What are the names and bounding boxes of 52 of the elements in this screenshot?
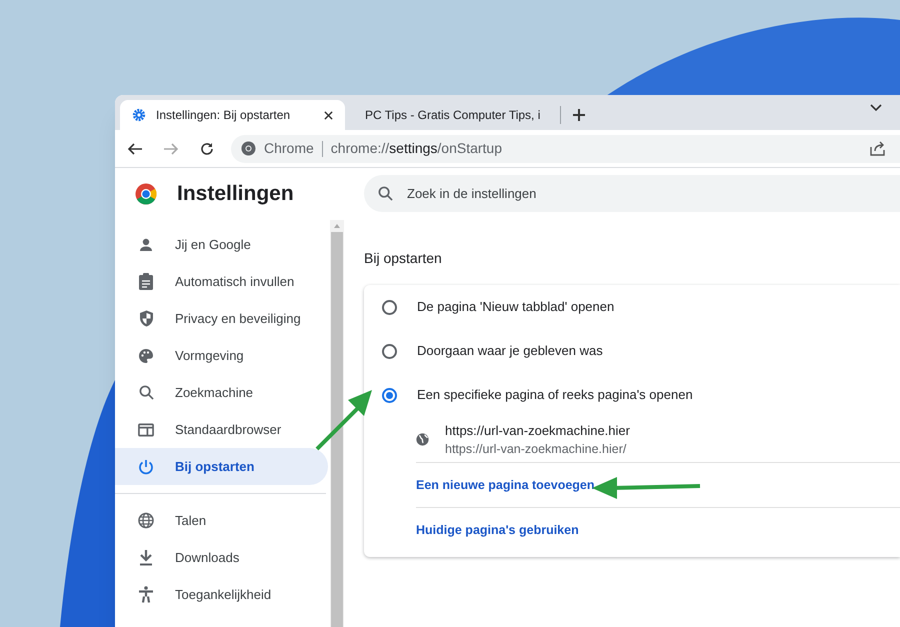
reload-icon[interactable]	[199, 140, 215, 156]
sidebar-item[interactable]: Privacy en beveiliging	[115, 300, 330, 337]
search-field[interactable]: Zoek in de instellingen	[364, 175, 900, 212]
option-label: De pagina 'Nieuw tabblad' openen	[417, 298, 614, 316]
sidebar-item[interactable]: Automatisch invullen	[115, 263, 330, 300]
tab-title: PC Tips - Gratis Computer Tips, i	[365, 107, 540, 124]
globe-icon	[138, 512, 154, 529]
tab-title: Instellingen: Bij opstarten	[156, 107, 292, 124]
back-arrow-icon[interactable]	[127, 140, 143, 156]
close-icon[interactable]	[324, 110, 333, 120]
add-page-link[interactable]: Een nieuwe pagina toevoegen	[416, 476, 595, 494]
sidebar-item[interactable]: Talen	[115, 502, 330, 539]
site-label: Chrome	[264, 139, 314, 158]
power-icon	[138, 458, 154, 474]
radio-button[interactable]	[382, 300, 397, 314]
chevron-down-icon[interactable]	[870, 104, 882, 112]
sidebar-item[interactable]: Vormgeving	[115, 337, 330, 374]
gear-icon	[132, 108, 146, 122]
sidebar-item[interactable]: Standaardbrowser	[115, 411, 330, 448]
search-icon	[138, 385, 154, 400]
sidebar-item[interactable]: Downloads	[115, 539, 330, 576]
chrome-logo-icon	[241, 141, 256, 156]
chrome-logo-icon	[135, 183, 157, 205]
browser-tab[interactable]: PC Tips - Gratis Computer Tips, i	[345, 100, 560, 130]
option-label: Doorgaan waar je gebleven was	[417, 342, 603, 360]
browser-tab[interactable]: Instellingen: Bij opstarten	[120, 100, 345, 130]
shield-icon	[138, 310, 154, 327]
address-bar[interactable]: Chrome chrome://settings/onStartup	[231, 134, 900, 162]
section-heading: Bij opstarten	[364, 249, 443, 268]
url-text: chrome://settings/onStartup	[330, 139, 502, 158]
sidebar-item[interactable]: Bij opstarten	[115, 448, 328, 485]
palette-icon	[138, 348, 154, 364]
sidebar-item[interactable]: Zoekmachine	[115, 374, 330, 411]
radio-button[interactable]	[382, 388, 397, 402]
globe-icon	[416, 433, 429, 446]
page-title: https://url-van-zoekmachine.hier	[445, 422, 630, 440]
radio-button[interactable]	[382, 344, 397, 358]
download-icon	[139, 550, 153, 566]
search-icon	[378, 186, 393, 201]
option-label: Een specifieke pagina of reeks pagina's openen	[417, 386, 693, 404]
person-icon	[138, 236, 154, 252]
page-url: https://url-van-zoekmachine.hier/	[445, 440, 628, 458]
accessibility-icon	[139, 586, 153, 603]
settings-title: Instellingen	[177, 181, 294, 208]
plus-icon	[572, 108, 586, 122]
share-icon[interactable]	[870, 141, 886, 156]
use-current-pages-link[interactable]: Huidige pagina's gebruiken	[416, 521, 579, 540]
sidebar-item[interactable]: Toegankelijkheid	[115, 576, 330, 613]
sidebar-item[interactable]: Jij en Google	[115, 226, 330, 263]
scrollbar-thumb[interactable]	[331, 232, 343, 627]
clipboard-icon	[139, 273, 153, 290]
browser-window-icon	[138, 422, 154, 436]
